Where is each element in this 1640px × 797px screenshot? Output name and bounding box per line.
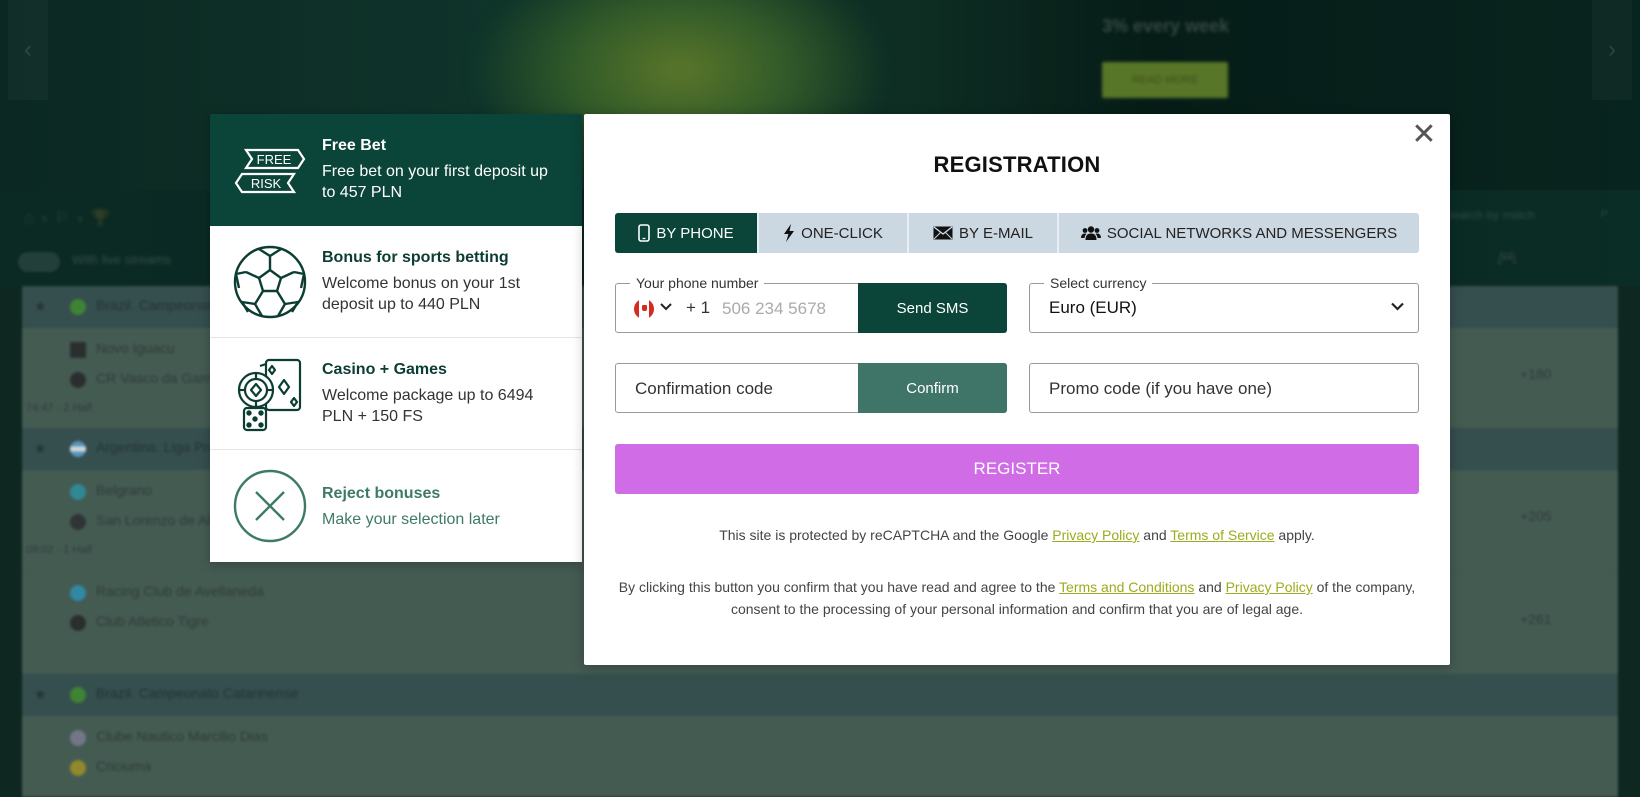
reject-x-circle-icon	[233, 469, 307, 543]
phone-icon	[638, 224, 651, 242]
phone-number-field: Your phone number + 1 Send SMS	[615, 275, 1007, 333]
chevron-down-icon	[1391, 298, 1404, 314]
modal-title: REGISTRATION	[933, 152, 1101, 177]
tab-by-email[interactable]: BY E-MAIL	[909, 213, 1059, 253]
tab-label: SOCIAL NETWORKS AND MESSENGERS	[1106, 224, 1398, 242]
currency-select[interactable]: Select currency Euro (EUR)	[1029, 275, 1419, 333]
registration-method-tabs: BY PHONE ONE-CLICK BY E-MAIL SOCIAL NETW…	[615, 213, 1419, 253]
phone-number-input[interactable]	[722, 296, 850, 322]
terms-and-conditions-link[interactable]: Terms and Conditions	[1059, 579, 1194, 595]
casino-cards-chip-dice-icon	[237, 358, 302, 432]
svg-text:RISK: RISK	[251, 176, 282, 191]
agreement-text: By clicking this button you confirm that…	[618, 579, 1060, 595]
send-sms-button[interactable]: Send SMS	[858, 283, 1007, 333]
recaptcha-text: This site is protected by reCAPTCHA and …	[719, 527, 1053, 543]
google-terms-of-service-link[interactable]: Terms of Service	[1170, 527, 1274, 543]
phone-field-label: Your phone number	[630, 275, 765, 291]
envelope-icon	[933, 226, 953, 240]
svg-text:FREE: FREE	[257, 152, 292, 167]
country-chevron-down-icon[interactable]	[660, 300, 672, 314]
tab-label: BY PHONE	[656, 224, 734, 242]
bonus-description: Make your selection later	[322, 511, 500, 528]
promo-code-field	[1029, 363, 1419, 413]
bonus-title: Reject bonuses	[322, 485, 441, 502]
currency-field-label: Select currency	[1044, 275, 1153, 291]
bonus-description: Welcome package up to 6494 PLN + 150 FS	[322, 387, 534, 425]
bonus-description: Welcome bonus on your 1st deposit up to …	[322, 275, 521, 313]
tab-social-networks[interactable]: SOCIAL NETWORKS AND MESSENGERS	[1059, 213, 1419, 253]
privacy-policy-link[interactable]: Privacy Policy	[1226, 579, 1313, 595]
agreement-text: and	[1194, 579, 1226, 595]
tab-label: ONE-CLICK	[801, 224, 883, 242]
lightning-icon	[783, 224, 795, 242]
canada-flag-icon[interactable]	[634, 299, 654, 319]
google-privacy-policy-link[interactable]: Privacy Policy	[1052, 527, 1139, 543]
promo-code-input[interactable]	[1049, 376, 1399, 402]
bonus-option-reject[interactable]: Reject bonuses Make your selection later	[210, 450, 582, 561]
bonus-option-sports[interactable]: Bonus for sports betting Welcome bonus o…	[210, 226, 582, 338]
agreement-notice: By clicking this button you confirm that…	[615, 576, 1419, 620]
confirm-button[interactable]: Confirm	[858, 363, 1007, 413]
confirmation-code-input[interactable]	[635, 376, 845, 402]
recaptcha-text: and	[1139, 527, 1171, 543]
registration-modal: ✕ REGISTRATION BY PHONE ONE-CLICK BY E-M…	[584, 114, 1450, 665]
users-icon	[1080, 225, 1101, 241]
tab-label: BY E-MAIL	[959, 224, 1033, 242]
currency-selected-value: Euro (EUR)	[1049, 298, 1137, 317]
bonus-title: Bonus for sports betting	[322, 249, 509, 266]
dial-code: + 1	[686, 298, 711, 317]
bonus-title: Casino + Games	[322, 361, 447, 378]
bonus-option-casino[interactable]: Casino + Games Welcome package up to 649…	[210, 338, 582, 450]
recaptcha-text: apply.	[1274, 527, 1315, 543]
free-risk-icon: FREE RISK	[234, 148, 306, 194]
tab-by-phone[interactable]: BY PHONE	[615, 213, 759, 253]
tab-one-click[interactable]: ONE-CLICK	[759, 213, 909, 253]
close-icon[interactable]: ✕	[1410, 120, 1438, 150]
bonus-option-free-bet[interactable]: FREE RISK Free Bet Free bet on your firs…	[210, 114, 582, 226]
bonus-description: Free bet on your first deposit up to 457…	[322, 163, 548, 201]
recaptcha-notice: This site is protected by reCAPTCHA and …	[615, 524, 1419, 546]
bonus-selection-panel: FREE RISK Free Bet Free bet on your firs…	[210, 114, 582, 562]
confirmation-code-field: Confirm	[615, 363, 1007, 413]
soccer-ball-icon	[233, 245, 307, 319]
bonus-title: Free Bet	[322, 137, 387, 154]
register-button[interactable]: REGISTER	[615, 444, 1419, 494]
